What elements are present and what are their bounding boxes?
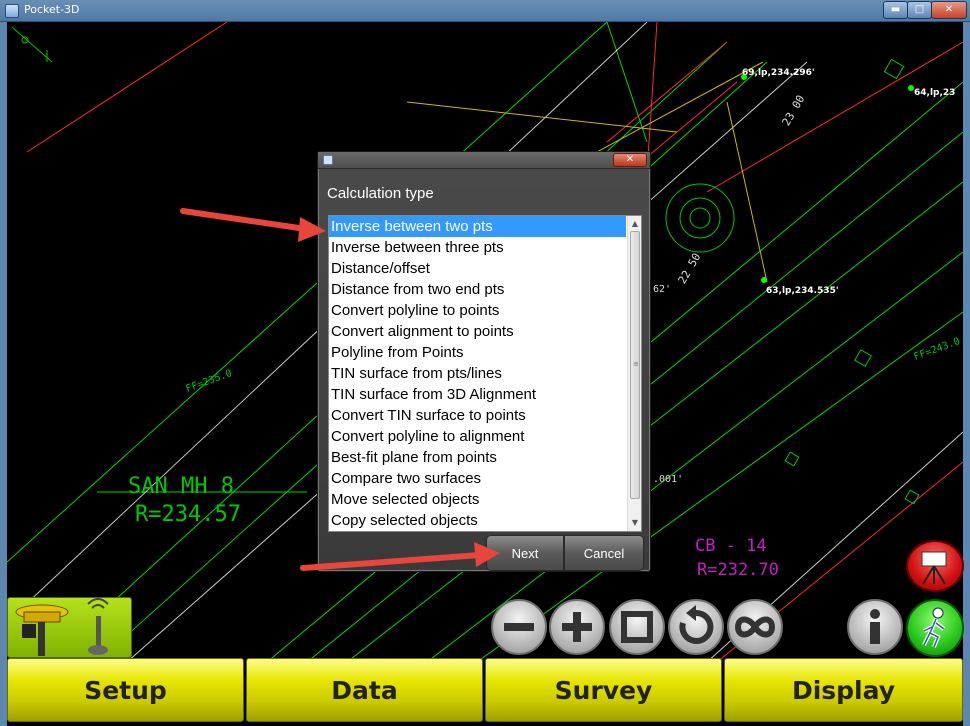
zoom-in-button[interactable] bbox=[549, 599, 605, 655]
window-titlebar: Pocket-3D ▬ □ ✕ bbox=[0, 0, 970, 22]
scroll-thumb[interactable]: ≡ bbox=[630, 231, 640, 499]
list-item[interactable]: Convert polyline to points bbox=[329, 300, 626, 321]
scroll-grip-icon: ≡ bbox=[633, 360, 639, 368]
app-icon bbox=[5, 4, 19, 18]
dimension-001-label: .001' bbox=[653, 474, 684, 485]
rotate-icon bbox=[679, 605, 714, 644]
san-rim-label: R=234.57 bbox=[135, 502, 241, 527]
list-item[interactable]: Distance from two end pts bbox=[329, 279, 626, 300]
display-button[interactable]: Display bbox=[724, 658, 963, 722]
list-item[interactable]: Compare two surfaces bbox=[329, 468, 626, 489]
stop-survey-button[interactable] bbox=[906, 540, 964, 592]
dialog-titlebar: ✕ bbox=[318, 152, 650, 169]
list-item[interactable]: Inverse between three pts bbox=[329, 237, 626, 258]
dimension-62-label: 62' bbox=[653, 284, 672, 295]
calculation-type-list[interactable]: Inverse between two pts Inverse between … bbox=[328, 215, 642, 532]
plus-icon bbox=[562, 612, 592, 642]
gps-receiver-icon bbox=[15, 598, 109, 656]
window-close-button[interactable]: ✕ bbox=[931, 1, 967, 19]
app-window: Pocket-3D ▬ □ ✕ SAN MH 8 R=234.57 CB - 1… bbox=[0, 0, 970, 726]
list-item[interactable]: Convert polyline to alignment bbox=[329, 426, 626, 447]
survey-button[interactable]: Survey bbox=[485, 658, 722, 722]
point-69-label: 69,lp,234.296' bbox=[742, 68, 815, 78]
calculation-type-dialog: ✕ Calculation type Inverse between two p… bbox=[317, 151, 651, 572]
window-frame-left bbox=[0, 22, 7, 726]
cb-rim-label: R=232.70 bbox=[697, 560, 779, 580]
dialog-heading: Calculation type bbox=[327, 185, 434, 202]
walking-person-icon bbox=[922, 607, 946, 648]
data-button[interactable]: Data bbox=[246, 658, 483, 722]
zoom-out-button[interactable] bbox=[491, 599, 547, 655]
list-item[interactable]: Inverse between two pts bbox=[329, 216, 626, 237]
list-item[interactable]: Move selected objects bbox=[329, 489, 626, 510]
list-item[interactable]: Polyline from Points bbox=[329, 342, 626, 363]
refresh-button[interactable] bbox=[668, 599, 724, 655]
cb-label: CB - 14 bbox=[695, 536, 767, 556]
minimize-button[interactable]: ▬ bbox=[883, 1, 908, 19]
san-mh-label: SAN MH 8 bbox=[128, 474, 234, 499]
list-item[interactable]: TIN surface from pts/lines bbox=[329, 363, 626, 384]
dialog-close-button[interactable]: ✕ bbox=[613, 153, 647, 167]
maximize-button[interactable]: □ bbox=[907, 1, 932, 19]
gps-status-panel[interactable] bbox=[7, 597, 132, 658]
minus-icon bbox=[504, 623, 534, 631]
info-button[interactable] bbox=[847, 599, 903, 655]
info-icon bbox=[870, 609, 880, 644]
next-button[interactable]: Next bbox=[486, 535, 564, 571]
window-title: Pocket-3D bbox=[24, 3, 80, 16]
survey-stop-icon bbox=[921, 551, 947, 585]
point-64-label: 64,lp,23 bbox=[914, 88, 956, 98]
scroll-down-arrow-icon[interactable]: ▼ bbox=[628, 516, 641, 530]
list-item[interactable]: Best-fit plane from points bbox=[329, 447, 626, 468]
dialog-app-icon bbox=[323, 155, 333, 165]
list-item[interactable]: Convert alignment to points bbox=[329, 321, 626, 342]
walk-survey-button[interactable] bbox=[906, 599, 964, 657]
square-icon bbox=[621, 611, 653, 643]
infinity-icon bbox=[734, 616, 776, 638]
zoom-extents-button[interactable] bbox=[609, 599, 665, 655]
cancel-button[interactable]: Cancel bbox=[564, 535, 644, 571]
list-item[interactable]: Distance/offset bbox=[329, 258, 626, 279]
setup-button[interactable]: Setup bbox=[7, 658, 244, 722]
point-63-label: 63,lp,234.535' bbox=[766, 286, 839, 296]
list-item[interactable]: Convert TIN surface to points bbox=[329, 405, 626, 426]
list-scrollbar[interactable]: ▲ ≡ ▼ bbox=[627, 216, 641, 531]
main-menu-bar: Setup Data Survey Display bbox=[7, 658, 963, 722]
scroll-up-arrow-icon[interactable]: ▲ bbox=[628, 217, 641, 231]
infinity-button[interactable] bbox=[727, 599, 783, 655]
list-item[interactable]: TIN surface from 3D Alignment bbox=[329, 384, 626, 405]
window-frame-right bbox=[963, 22, 970, 726]
list-item[interactable]: Copy selected objects bbox=[329, 510, 626, 531]
